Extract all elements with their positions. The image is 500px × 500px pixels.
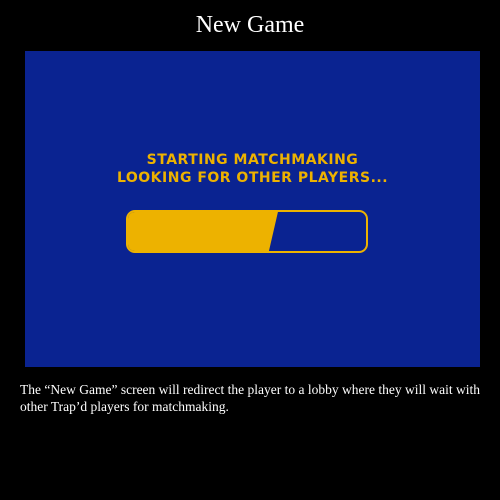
matchmaking-progress-bar <box>126 210 368 253</box>
status-line-looking: Looking for other players... <box>116 170 389 186</box>
description-caption: The “New Game” screen will redirect the … <box>20 382 480 414</box>
status-line-starting: Starting Matchmaking <box>146 152 359 168</box>
progress-fill <box>128 212 278 251</box>
page: New Game Starting Matchmaking Looking fo… <box>0 0 500 500</box>
page-title: New Game <box>195 12 305 38</box>
game-screen: Starting Matchmaking Looking for other p… <box>25 51 480 367</box>
matchmaking-status: Starting Matchmaking Looking for other p… <box>25 151 480 187</box>
